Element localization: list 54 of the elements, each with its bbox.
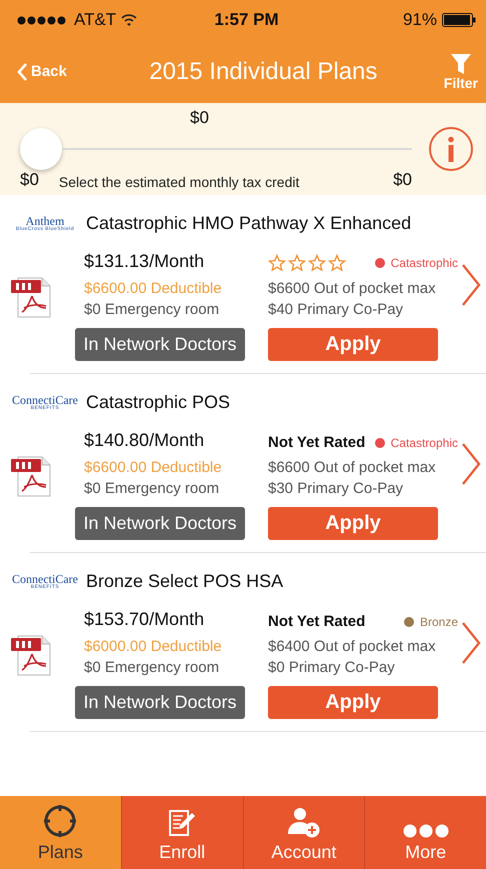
clock-time: 1:57 PM (214, 10, 279, 30)
slider-value: $0 (190, 108, 209, 128)
deductible: $6000.00 Deductible (84, 638, 223, 655)
rating-status: Not Yet Rated (268, 613, 366, 630)
monthly-price: $131.13/Month (84, 251, 206, 273)
chevron-right-icon[interactable] (460, 262, 482, 306)
out-of-pocket-max: $6400 Out of pocket max (268, 638, 437, 655)
emergency-room-cost: $0 Emergency room (84, 301, 220, 318)
primary-copay: $40 Primary Co-Pay (268, 301, 404, 318)
apply-button[interactable]: Apply (268, 328, 438, 361)
more-dots-icon (402, 824, 449, 838)
plan-name: Bronze Select POS HSA (86, 570, 284, 592)
in-network-doctors-button[interactable]: In Network Doctors (75, 328, 245, 361)
out-of-pocket-max: $6600 Out of pocket max (268, 459, 437, 476)
slider-min: $0 (20, 170, 39, 190)
emergency-room-cost: $0 Emergency room (84, 480, 220, 497)
back-button[interactable]: Back (16, 62, 67, 82)
chevron-right-icon[interactable] (460, 442, 482, 486)
in-network-doctors-button[interactable]: In Network Doctors (75, 686, 245, 719)
filter-button[interactable]: Filter (444, 52, 478, 90)
info-icon (428, 126, 474, 172)
battery-icon (442, 13, 476, 27)
chevron-right-icon[interactable] (460, 620, 482, 664)
primary-copay: $0 Primary Co-Pay (268, 659, 396, 676)
funnel-icon (450, 52, 472, 74)
monthly-price: $153.70/Month (84, 609, 206, 631)
page-title: 2015 Individual Plans (148, 58, 378, 86)
slider-caption: Select the estimated monthly tax credit (58, 174, 300, 190)
info-button[interactable] (428, 126, 474, 172)
primary-copay: $30 Primary Co-Pay (268, 480, 404, 497)
edit-form-icon (167, 808, 198, 838)
in-network-doctors-button[interactable]: In Network Doctors (75, 507, 245, 540)
tab-bar-item[interactable]: Plans (0, 796, 121, 869)
emergency-room-cost: $0 Emergency room (84, 659, 220, 676)
slider-max: $0 (393, 170, 412, 190)
out-of-pocket-max: $6600 Out of pocket max (268, 280, 437, 297)
metal-tier-label: Catastrophic (390, 436, 458, 450)
apply-button[interactable]: Apply (268, 686, 438, 719)
chevron-left-icon (16, 62, 28, 82)
monthly-price: $140.80/Month (84, 430, 206, 452)
apply-button[interactable]: Apply (268, 507, 438, 540)
rating-status: Not Yet Rated (268, 434, 366, 451)
carrier-name: AT&T (74, 10, 116, 30)
plan-name: Catastrophic HMO Pathway X Enhanced (86, 212, 412, 234)
metal-tier-label: Catastrophic (390, 256, 458, 270)
slider-thumb[interactable] (20, 128, 62, 170)
wifi-icon (121, 14, 138, 26)
crosshair-icon (43, 804, 78, 838)
add-user-icon (286, 806, 321, 838)
plan-name: Catastrophic POS (86, 392, 230, 412)
metal-tier-label: Bronze (420, 614, 458, 628)
deductible: $6600.00 Deductible (84, 459, 223, 476)
deductible: $6600.00 Deductible (84, 280, 223, 297)
battery-percent: 91% (402, 10, 437, 30)
